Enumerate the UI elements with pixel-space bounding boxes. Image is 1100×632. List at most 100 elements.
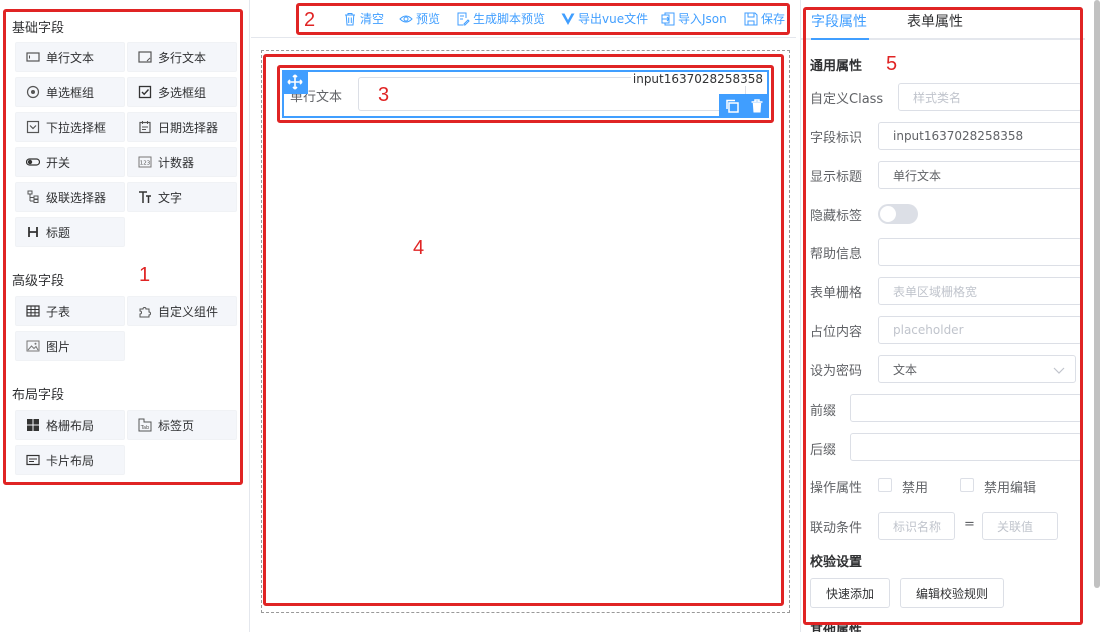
tab-form-properties[interactable]: 表单属性 (907, 11, 963, 31)
delete-icon[interactable] (750, 99, 764, 113)
heading-icon (26, 225, 40, 239)
component-palette: 基础字段 单行文本 多行文本 单选框组 多选框组 下拉选择框 日期选择器 开关 (0, 0, 250, 632)
eye-icon (399, 15, 413, 22)
display-title-label: 显示标题 (810, 170, 863, 185)
validation-title: 校验设置 (810, 555, 863, 570)
panel-scrollbar[interactable] (1094, 0, 1100, 588)
prefix-label: 前缀 (810, 404, 837, 419)
document-edit-icon (457, 12, 470, 25)
palette-item-label: 多行文本 (158, 50, 207, 65)
form-designer: 基础字段 单行文本 多行文本 单选框组 多选框组 下拉选择框 日期选择器 开关 (0, 0, 1100, 632)
disable-edit-checkbox[interactable] (960, 478, 974, 492)
field-actions (719, 94, 769, 118)
help-info-input[interactable] (878, 238, 1082, 266)
field-id-input[interactable]: input1637028258358 (878, 122, 1082, 150)
script-preview-label: 生成脚本预览 (473, 12, 546, 26)
card-icon (26, 453, 40, 467)
palette-item-tabs[interactable]: Tab 标签页 (127, 410, 237, 440)
palette-item-label: 自定义组件 (158, 304, 219, 319)
palette-item-label: 标签页 (158, 418, 195, 433)
disable-edit-label: 禁用编辑 (984, 481, 1037, 496)
form-canvas[interactable] (261, 50, 790, 613)
drag-handle-icon[interactable] (282, 70, 308, 94)
tab-field-properties[interactable]: 字段属性 (811, 11, 867, 31)
placeholder-label: 占位内容 (810, 325, 863, 340)
preview-button[interactable]: 预览 (399, 10, 440, 27)
palette-item-switch[interactable]: 开关 (15, 147, 125, 177)
properties-tabs: 字段属性 表单属性 (801, 0, 1085, 40)
palette-item-cascader[interactable]: 级联选择器 (15, 182, 125, 212)
checkbox-icon (138, 85, 152, 99)
table-icon (26, 304, 40, 318)
palette-item-label: 计数器 (158, 155, 195, 170)
toolbar: 清空 预览 生成脚本预览 导出vue文件 导入Json 保存 (251, 0, 796, 38)
quick-add-button[interactable]: 快速添加 (810, 578, 890, 608)
input-icon (26, 50, 40, 64)
custom-class-input[interactable]: 样式类名 (898, 83, 1082, 111)
edit-rules-button[interactable]: 编辑校验规则 (900, 578, 1004, 608)
clear-label: 清空 (360, 12, 385, 26)
palette-item-label: 格栅布局 (46, 418, 95, 433)
link-value-input[interactable]: 关联值 (982, 512, 1058, 540)
link-key-input[interactable]: 标识名称 (878, 512, 955, 540)
export-vue-button[interactable]: 导出vue文件 (561, 10, 648, 27)
other-properties-title: 其他属性 (810, 624, 863, 632)
svg-text:Tab: Tab (140, 425, 149, 431)
annotation-number-5: 5 (886, 53, 898, 75)
field-id-label: 字段标识 (810, 131, 863, 146)
form-grid-input[interactable]: 表单区域栅格宽 (878, 277, 1082, 305)
palette-item-card[interactable]: 卡片布局 (15, 445, 125, 475)
display-title-input[interactable]: 单行文本 (878, 161, 1082, 189)
palette-item-label: 图片 (46, 339, 71, 354)
import-json-button[interactable]: 导入Json (661, 10, 727, 27)
palette-item-label: 标题 (46, 225, 71, 240)
suffix-input[interactable] (850, 433, 1082, 461)
chevron-down-icon (1053, 367, 1065, 374)
save-button[interactable]: 保存 (744, 10, 785, 27)
palette-item-input[interactable]: 单行文本 (15, 42, 125, 72)
palette-item-image[interactable]: 图片 (15, 331, 125, 361)
script-preview-button[interactable]: 生成脚本预览 (456, 10, 545, 27)
selected-form-field[interactable]: 单行文本 input1637028258358 (282, 70, 769, 118)
text-icon (138, 190, 152, 204)
advanced-fields-title: 高级字段 (12, 274, 65, 289)
palette-item-checkbox[interactable]: 多选框组 (127, 77, 237, 107)
clear-button[interactable]: 清空 (343, 10, 384, 27)
palette-item-grid[interactable]: 格栅布局 (15, 410, 125, 440)
placeholder-input[interactable]: placeholder (878, 316, 1082, 344)
palette-item-textarea[interactable]: 多行文本 (127, 42, 237, 72)
suffix-label: 后缀 (810, 443, 837, 458)
palette-item-label: 下拉选择框 (46, 120, 107, 135)
operation-props-label: 操作属性 (810, 481, 863, 496)
layout-fields-title: 布局字段 (12, 388, 65, 403)
save-icon (744, 12, 758, 25)
tabs-icon: Tab (138, 418, 152, 432)
copy-icon[interactable] (725, 99, 739, 113)
svg-text:123: 123 (140, 161, 151, 167)
palette-item-label: 子表 (46, 304, 71, 319)
palette-item-date[interactable]: 日期选择器 (127, 112, 237, 142)
palette-item-custom[interactable]: 自定义组件 (127, 296, 237, 326)
annotation-number-2: 2 (304, 9, 316, 31)
palette-item-select[interactable]: 下拉选择框 (15, 112, 125, 142)
cascader-icon (26, 190, 40, 204)
palette-item-heading[interactable]: 标题 (15, 217, 125, 247)
puzzle-icon (138, 304, 152, 318)
palette-item-subtable[interactable]: 子表 (15, 296, 125, 326)
password-select-value: 文本 (893, 362, 918, 377)
palette-item-label: 日期选择器 (158, 120, 219, 135)
disable-checkbox[interactable] (878, 478, 892, 492)
palette-item-text[interactable]: 文字 (127, 182, 237, 212)
calendar-icon (138, 120, 152, 134)
import-json-label: 导入Json (678, 12, 727, 26)
tab-active-indicator (811, 38, 869, 40)
palette-item-label: 单选框组 (46, 85, 95, 100)
password-select[interactable]: 文本 (878, 355, 1076, 383)
palette-item-counter[interactable]: 123 计数器 (127, 147, 237, 177)
textarea-icon (138, 50, 152, 64)
palette-item-radio[interactable]: 单选框组 (15, 77, 125, 107)
form-grid-label: 表单栅格 (810, 286, 863, 301)
palette-item-label: 级联选择器 (46, 190, 107, 205)
hide-label-switch[interactable] (878, 204, 918, 224)
prefix-input[interactable] (850, 394, 1082, 422)
